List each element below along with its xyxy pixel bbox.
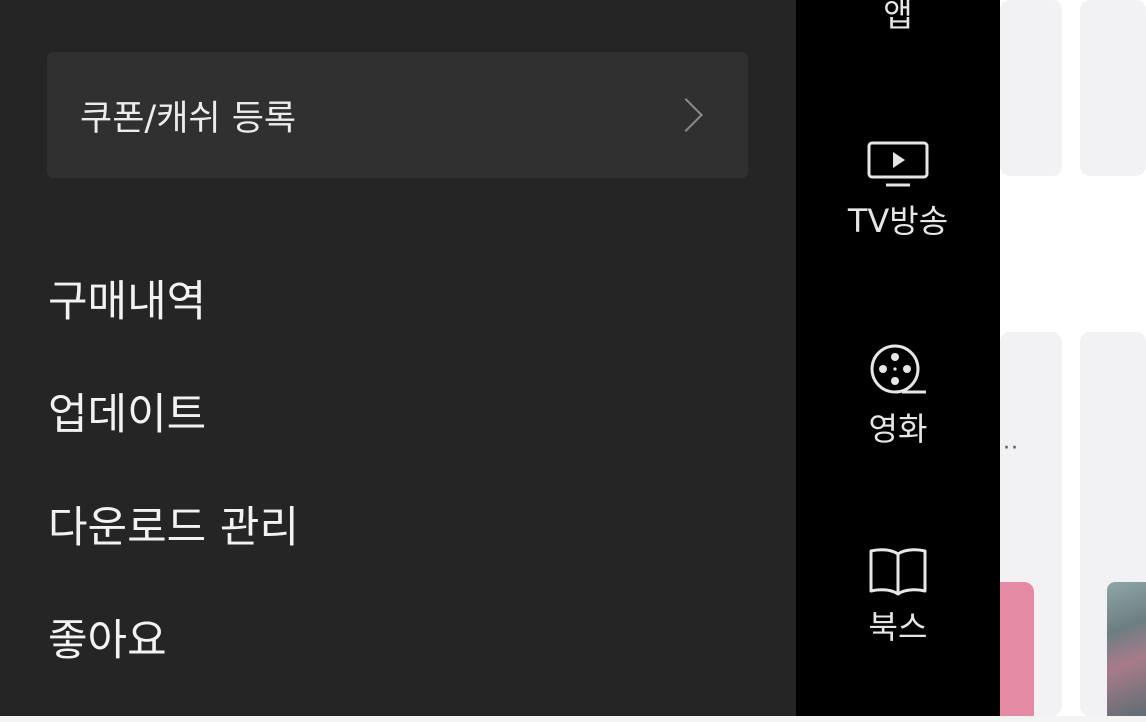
rail-item-books[interactable]: 북스: [796, 546, 1000, 648]
rail-item-label: 북스: [868, 608, 928, 646]
menu-item-purchase-history[interactable]: 구매내역: [48, 270, 299, 383]
rail-item-label: TV방송: [847, 202, 949, 240]
more-dots[interactable]: ··: [1003, 436, 1019, 461]
rail-item-label: 영화: [868, 410, 928, 448]
chevron-right-icon: [669, 98, 703, 132]
category-rail: 앱 TV방송 영화 북스: [796, 0, 1000, 716]
menu-item-download-management[interactable]: 다운로드 관리: [48, 496, 299, 609]
background-card: [1080, 0, 1146, 176]
rail-item-label: 앱: [883, 0, 913, 34]
coupon-cash-register-label: 쿠폰/캐쉬 등록: [80, 98, 297, 139]
background-card: [1000, 0, 1062, 176]
rail-item-tv[interactable]: TV방송: [796, 140, 1000, 242]
tv-icon: [866, 140, 930, 190]
menu-item-likes[interactable]: 좋아요: [48, 609, 299, 722]
navigation-drawer: 쿠폰/캐쉬 등록 구매내역 업데이트 다운로드 관리 좋아요: [0, 0, 796, 716]
rail-item-movies[interactable]: 영화: [796, 342, 1000, 450]
menu-item-updates[interactable]: 업데이트: [48, 383, 299, 496]
book-icon: [867, 546, 929, 596]
content-thumbnail[interactable]: [1107, 582, 1146, 716]
coupon-cash-register-button[interactable]: 쿠폰/캐쉬 등록: [47, 52, 748, 178]
rail-item-apps[interactable]: 앱: [796, 0, 1000, 36]
drawer-menu: 구매내역 업데이트 다운로드 관리 좋아요: [48, 270, 299, 722]
film-reel-icon: [868, 342, 928, 398]
content-thumbnail[interactable]: [1000, 582, 1034, 716]
